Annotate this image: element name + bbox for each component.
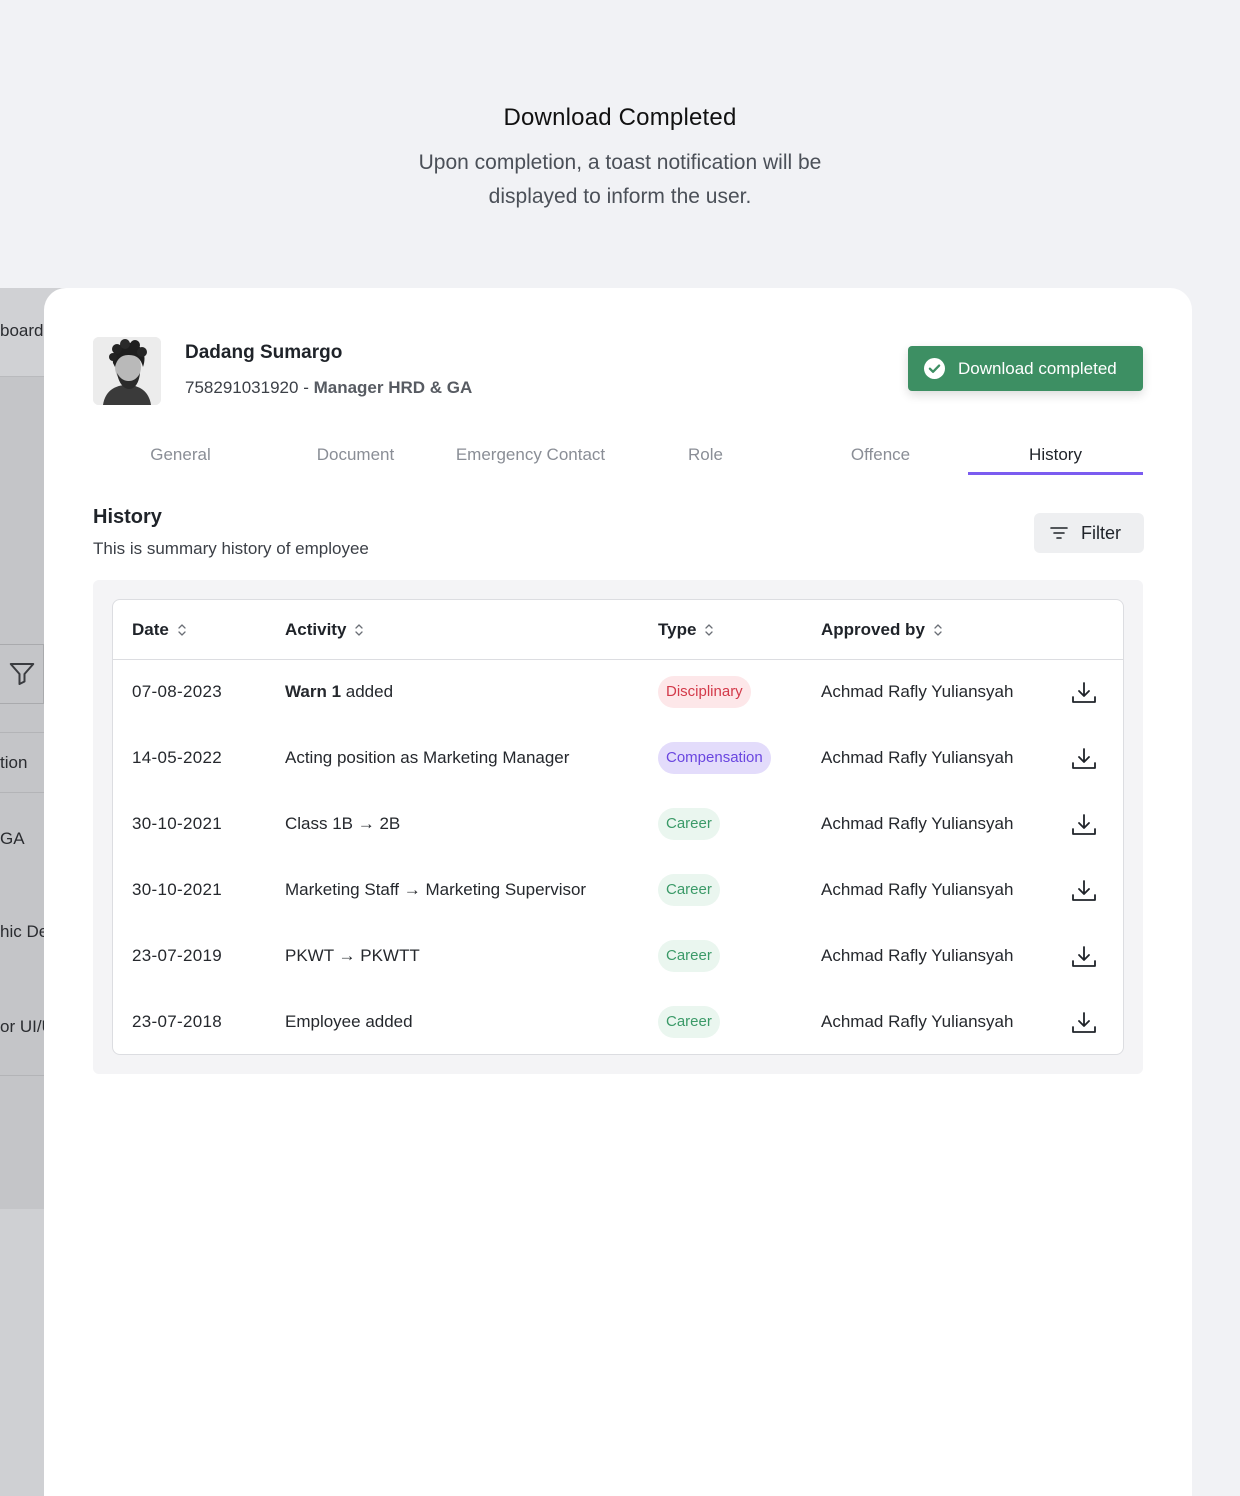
background-text: boardi bbox=[0, 321, 48, 340]
row-date: 23-07-2019 bbox=[132, 946, 222, 965]
table-row: 23-07-2019 PKWT → PKWTT Career Achmad Ra… bbox=[113, 924, 1123, 990]
sort-icon bbox=[177, 623, 187, 637]
column-header-type-label: Type bbox=[658, 620, 697, 639]
row-activity-highlight: Warn 1 bbox=[285, 682, 342, 701]
intro: Download Completed Upon completion, a to… bbox=[0, 104, 1240, 214]
tab-offence[interactable]: Offence bbox=[793, 433, 968, 475]
download-icon[interactable] bbox=[1070, 878, 1098, 904]
download-icon[interactable] bbox=[1070, 680, 1098, 706]
row-approved-by: Achmad Rafly Yuliansyah bbox=[821, 946, 1014, 965]
tab-history[interactable]: History bbox=[968, 433, 1143, 475]
sort-icon bbox=[933, 623, 943, 637]
download-icon[interactable] bbox=[1070, 812, 1098, 838]
section-title: History bbox=[93, 506, 162, 528]
row-date: 23-07-2018 bbox=[132, 1012, 222, 1031]
row-date: 30-10-2021 bbox=[132, 814, 222, 833]
row-activity-text: Class 1B → 2B bbox=[285, 814, 401, 833]
employee-name: Dadang Sumargo bbox=[185, 342, 343, 363]
type-badge: Career bbox=[658, 808, 720, 840]
type-badge: Career bbox=[658, 874, 720, 906]
column-header-activity[interactable]: Activity bbox=[285, 620, 364, 640]
download-icon[interactable] bbox=[1070, 746, 1098, 772]
table-row: 23-07-2018 Employee added Career Achmad … bbox=[113, 990, 1123, 1054]
type-badge: Compensation bbox=[658, 742, 771, 774]
row-activity: Class 1B → 2B bbox=[285, 814, 400, 834]
profile-tabs: General Document Emergency Contact Role … bbox=[93, 433, 1143, 475]
check-circle-icon bbox=[924, 358, 945, 379]
column-header-activity-label: Activity bbox=[285, 620, 347, 639]
row-activity: PKWT → PKWTT bbox=[285, 946, 420, 966]
tab-general[interactable]: General bbox=[93, 433, 268, 475]
background-text: hic De bbox=[0, 922, 49, 941]
funnel-icon bbox=[9, 663, 34, 685]
table-row: 30-10-2021 Marketing Staff → Marketing S… bbox=[113, 858, 1123, 924]
intro-title: Download Completed bbox=[503, 104, 737, 131]
filter-button[interactable]: Filter bbox=[1034, 513, 1144, 553]
row-activity-text: added bbox=[341, 682, 394, 701]
filter-lines-icon bbox=[1049, 523, 1069, 543]
row-date: 07-08-2023 bbox=[132, 682, 222, 701]
row-activity-text: PKWT → PKWTT bbox=[285, 946, 420, 965]
column-header-approved-by-label: Approved by bbox=[821, 620, 925, 639]
history-table: Date Activity Type Approved by 07-08-202… bbox=[112, 599, 1124, 1055]
row-approved-by: Achmad Rafly Yuliansyah bbox=[821, 748, 1014, 767]
type-badge: Disciplinary bbox=[658, 676, 751, 708]
intro-description: Upon completion, a toast notification wi… bbox=[418, 151, 822, 208]
row-date: 30-10-2021 bbox=[132, 880, 222, 899]
type-badge: Career bbox=[658, 1006, 720, 1038]
employee-id: 758291031920 bbox=[185, 378, 299, 397]
column-header-type[interactable]: Type bbox=[658, 620, 714, 640]
employee-role: Manager HRD & GA bbox=[313, 378, 473, 397]
column-header-date-label: Date bbox=[132, 620, 169, 639]
row-activity: Warn 1 added bbox=[285, 682, 393, 702]
table-row: 30-10-2021 Class 1B → 2B Career Achmad R… bbox=[113, 792, 1123, 858]
table-row: 07-08-2023 Warn 1 added Disciplinary Ach… bbox=[113, 660, 1123, 726]
column-header-date[interactable]: Date bbox=[132, 620, 187, 640]
row-approved-by: Achmad Rafly Yuliansyah bbox=[821, 682, 1014, 701]
download-toast: Download completed bbox=[908, 346, 1143, 391]
section-subtitle: This is summary history of employee bbox=[93, 539, 369, 558]
employee-meta: 758291031920 - Manager HRD & GA bbox=[185, 378, 472, 398]
download-icon[interactable] bbox=[1070, 944, 1098, 970]
row-activity: Employee added bbox=[285, 1012, 413, 1032]
row-activity-text: Acting position as Marketing Manager bbox=[285, 748, 570, 767]
row-approved-by: Achmad Rafly Yuliansyah bbox=[821, 814, 1014, 833]
avatar bbox=[93, 337, 161, 405]
tab-emergency-contact[interactable]: Emergency Contact bbox=[443, 433, 618, 475]
row-activity-text: Employee added bbox=[285, 1012, 413, 1031]
row-activity: Acting position as Marketing Manager bbox=[285, 748, 569, 768]
toast-message: Download completed bbox=[958, 358, 1117, 378]
background-text: GA bbox=[0, 829, 25, 848]
table-row: 14-05-2022 Acting position as Marketing … bbox=[113, 726, 1123, 792]
sort-icon bbox=[704, 623, 714, 637]
employee-meta-separator: - bbox=[298, 378, 314, 397]
row-approved-by: Achmad Rafly Yuliansyah bbox=[821, 880, 1014, 899]
sort-icon bbox=[354, 623, 364, 637]
tab-role[interactable]: Role bbox=[618, 433, 793, 475]
column-header-approved-by[interactable]: Approved by bbox=[821, 620, 943, 640]
row-activity-text: Marketing Staff → Marketing Supervisor bbox=[285, 880, 587, 899]
tab-document[interactable]: Document bbox=[268, 433, 443, 475]
history-table-container: Date Activity Type Approved by 07-08-202… bbox=[93, 580, 1143, 1074]
row-approved-by: Achmad Rafly Yuliansyah bbox=[821, 1012, 1014, 1031]
row-activity: Marketing Staff → Marketing Supervisor bbox=[285, 880, 586, 900]
employee-profile: Dadang Sumargo 758291031920 - Manager HR… bbox=[93, 337, 472, 405]
download-icon[interactable] bbox=[1070, 1010, 1098, 1036]
filter-button-label: Filter bbox=[1081, 522, 1121, 543]
background-text: tion bbox=[0, 753, 28, 772]
background-filter-button bbox=[0, 644, 44, 704]
employee-detail-card: Dadang Sumargo 758291031920 - Manager HR… bbox=[44, 288, 1192, 1496]
table-header: Date Activity Type Approved by bbox=[113, 600, 1123, 660]
type-badge: Career bbox=[658, 940, 720, 972]
row-date: 14-05-2022 bbox=[132, 748, 222, 767]
